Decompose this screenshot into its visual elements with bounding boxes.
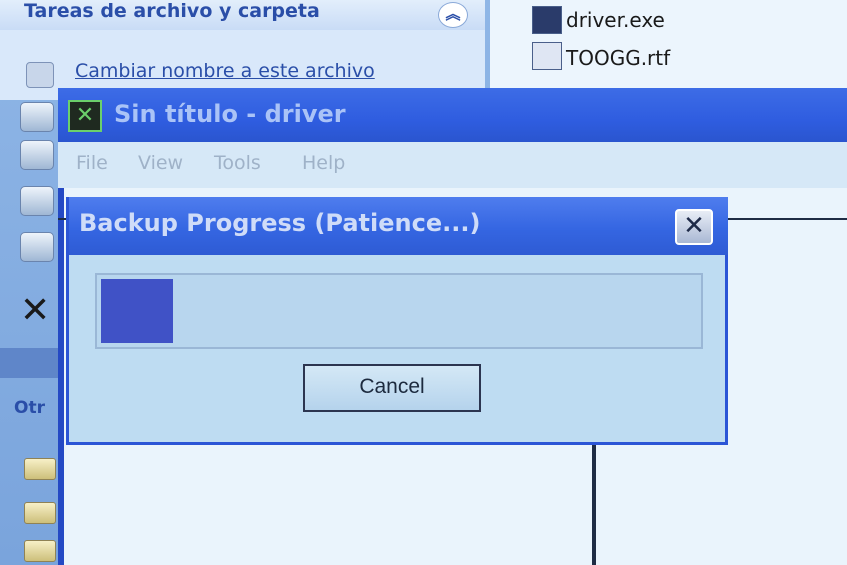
rename-icon xyxy=(26,62,54,88)
menu-file[interactable]: File xyxy=(76,152,108,174)
email-file-icon[interactable] xyxy=(20,232,54,262)
task-pane-title: Tareas de archivo y carpeta xyxy=(24,0,320,22)
executable-file-icon[interactable] xyxy=(532,6,562,34)
dialog-titlebar[interactable]: Backup Progress (Patience...) ✕ xyxy=(69,197,728,255)
folder-icon[interactable] xyxy=(24,458,56,480)
menu-view[interactable]: View xyxy=(138,152,183,174)
task-pane-header[interactable]: Tareas de archivo y carpeta ︽ xyxy=(0,0,485,31)
other-places-label: Otr xyxy=(14,398,45,418)
file-item-driver-exe[interactable]: driver.exe xyxy=(566,8,665,32)
menu-tools[interactable]: Tools xyxy=(214,152,261,174)
folder-icon[interactable] xyxy=(24,502,56,524)
pane-border xyxy=(58,188,64,565)
publish-web-icon[interactable] xyxy=(20,186,54,216)
backup-progress-dialog: Backup Progress (Patience...) ✕ Cancel xyxy=(66,197,728,445)
app-titlebar[interactable]: ✕ Sin título - driver xyxy=(58,88,847,142)
rename-file-link[interactable]: Cambiar nombre a este archivo xyxy=(75,60,375,82)
close-icon[interactable]: ✕ xyxy=(675,209,713,245)
menu-help[interactable]: Help xyxy=(302,152,345,174)
delete-icon[interactable]: ✕ xyxy=(20,290,50,331)
dialog-title: Backup Progress (Patience...) xyxy=(79,209,481,237)
rtf-document-icon[interactable] xyxy=(532,42,562,70)
chevron-up-icon[interactable]: ︽ xyxy=(438,2,468,28)
copy-file-icon[interactable] xyxy=(20,140,54,170)
progress-fill xyxy=(101,279,173,343)
folder-icon[interactable] xyxy=(24,540,56,562)
file-item-toogg-rtf[interactable]: TOOGG.rtf xyxy=(566,46,670,70)
app-icon: ✕ xyxy=(68,100,102,132)
progress-bar xyxy=(95,273,703,349)
menu-bar: File View Tools Help xyxy=(58,142,847,188)
app-title: Sin título - driver xyxy=(114,100,346,128)
move-file-icon[interactable] xyxy=(20,102,54,132)
cancel-button[interactable]: Cancel xyxy=(303,364,481,412)
